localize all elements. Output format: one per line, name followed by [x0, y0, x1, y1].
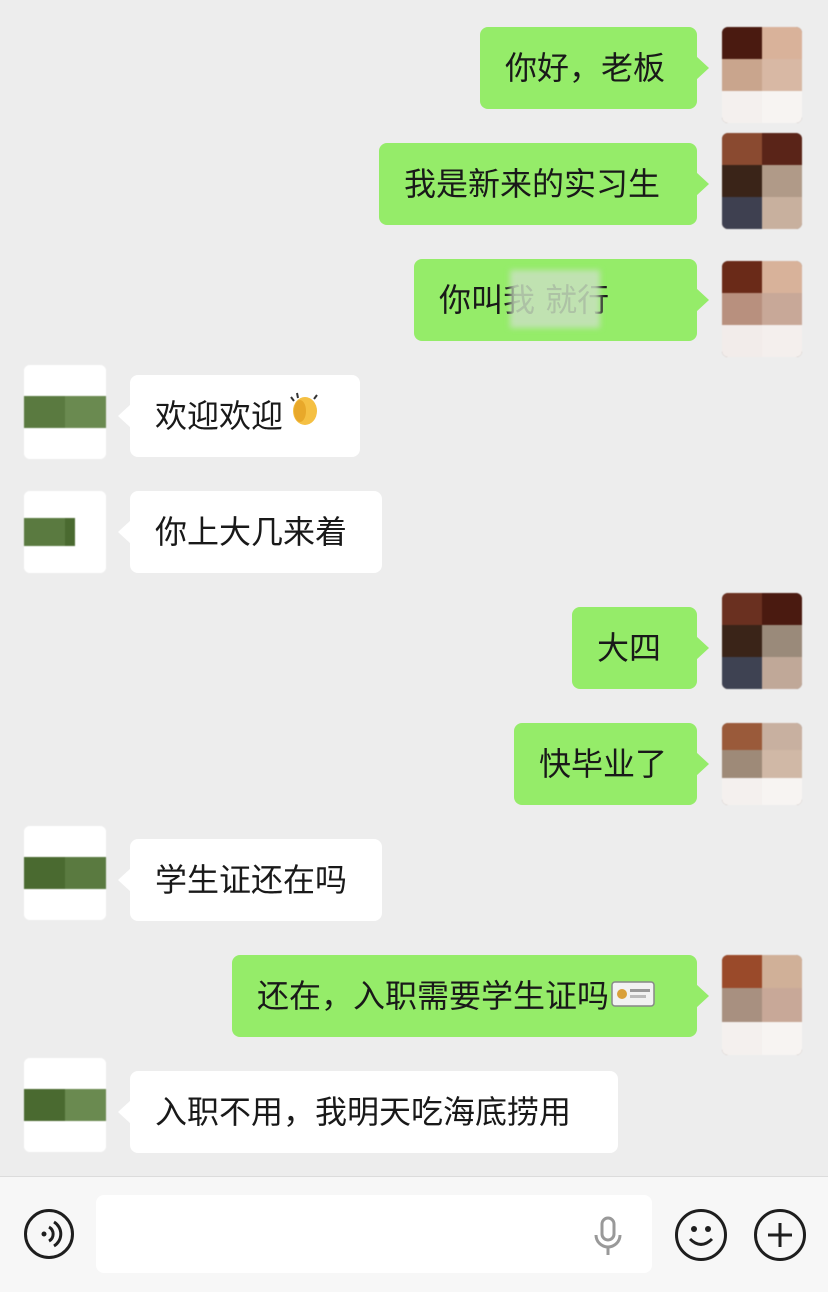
my-message-bubble[interactable]: 大四	[572, 607, 709, 689]
my-avatar[interactable]	[722, 133, 802, 229]
voice-icon[interactable]	[24, 1209, 74, 1259]
my-message-bubble[interactable]: 快毕业了	[514, 723, 709, 805]
message-text: 快毕业了	[539, 745, 668, 783]
id-card-icon	[611, 957, 655, 1039]
message-text: 大四	[597, 629, 662, 667]
message-text: 还在，入职需要学生证吗	[257, 977, 610, 1015]
message-text: 我是新来的实习生	[404, 165, 661, 203]
boss-avatar[interactable]	[24, 826, 106, 920]
message-text: 你好，老板	[505, 49, 666, 87]
my-message-bubble[interactable]: 还在，入职需要学生证吗	[232, 955, 709, 1039]
my-message-bubble[interactable]: 你好，老板	[480, 27, 709, 109]
boss-message-bubble[interactable]: 欢迎欢迎	[118, 375, 360, 459]
boss-message-bubble[interactable]: 学生证还在吗	[118, 839, 382, 921]
plus-icon[interactable]	[754, 1209, 806, 1261]
my-message-bubble[interactable]: 我是新来的实习生	[379, 143, 709, 225]
my-avatar[interactable]	[722, 261, 802, 357]
my-avatar[interactable]	[722, 593, 802, 689]
chat-area: 你好，老板 我是新来的实习生 你叫我 就行 欢迎欢迎	[0, 0, 828, 1176]
microphone-icon[interactable]	[590, 1215, 626, 1259]
clapping-hands-icon	[285, 377, 325, 459]
my-avatar[interactable]	[722, 723, 802, 805]
message-text: 欢迎欢迎	[155, 397, 284, 435]
redacted-name	[510, 270, 600, 328]
message-text: 入职不用，我明天吃海底捞用	[155, 1093, 572, 1131]
input-bar	[0, 1176, 828, 1292]
boss-avatar[interactable]	[24, 491, 106, 573]
smiley-icon[interactable]	[675, 1209, 727, 1261]
message-input[interactable]	[96, 1195, 652, 1273]
my-avatar[interactable]	[722, 955, 802, 1055]
my-avatar[interactable]	[722, 27, 802, 123]
message-text: 你上大几来着	[155, 513, 348, 551]
boss-avatar[interactable]	[24, 365, 106, 459]
message-text: 学生证还在吗	[155, 861, 348, 899]
boss-message-bubble[interactable]: 你上大几来着	[118, 491, 382, 573]
boss-message-bubble[interactable]: 入职不用，我明天吃海底捞用	[118, 1071, 618, 1153]
boss-avatar[interactable]	[24, 1058, 106, 1152]
